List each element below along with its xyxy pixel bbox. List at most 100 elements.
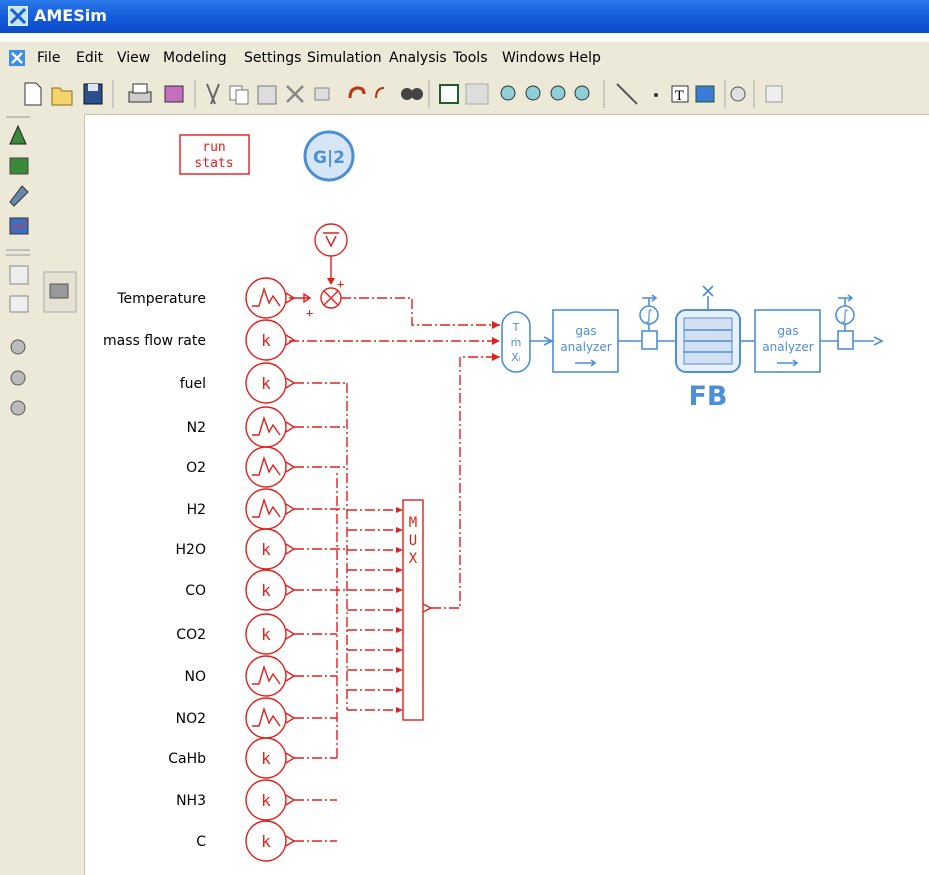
menu-analysis[interactable]: Analysis [389,50,447,66]
signal-source[interactable] [245,488,296,530]
sketch-canvas[interactable]: run stats G|2 + + k k k k k k k k Temperature ma… [85,115,929,875]
component-icon[interactable] [314,87,330,101]
zoom-out-icon[interactable] [525,85,541,101]
wave-icon[interactable] [465,83,489,105]
signal-source[interactable] [245,655,296,697]
constant-source[interactable]: k [245,362,296,404]
svg-text:U: U [409,533,417,549]
new-file-button[interactable] [24,82,42,106]
text-tool-icon[interactable]: T [671,85,689,104]
integrator-2[interactable]: ∫ [835,294,855,350]
signal-label: NO [185,669,207,685]
library-tab-icon[interactable] [43,271,77,313]
gear-run-icon[interactable] [10,370,26,386]
svg-text:analyzer: analyzer [560,340,611,354]
delete-icon[interactable] [286,85,304,103]
constant-source[interactable]: k [245,737,296,779]
constant-source[interactable]: k [245,319,296,361]
menu-modeling[interactable]: Modeling [163,50,227,66]
svg-text:+: + [337,277,344,291]
svg-text:X: X [409,551,418,567]
menu-simulation[interactable]: Simulation [307,50,382,66]
signal-source[interactable] [245,406,296,448]
copy-icon[interactable] [229,85,249,105]
zoom-fit-icon[interactable] [550,85,566,101]
gas-analyzer-1[interactable]: gas analyzer [552,309,619,373]
sketch-window-icon[interactable] [9,265,29,285]
run-stats-block[interactable]: run stats [179,134,250,175]
signal-label: NO2 [176,711,206,727]
svg-text:k: k [261,791,271,810]
sketch-mode-icon[interactable] [9,124,27,145]
signal-label: fuel [180,376,206,392]
signal-label: H2 [187,502,206,518]
menu-tools[interactable]: Tools [453,50,488,66]
gear-settings-icon[interactable] [10,339,26,355]
menu-file[interactable]: File [37,50,60,66]
signal-source[interactable] [245,697,296,739]
point-tool-icon[interactable] [654,93,658,97]
gas-properties-badge[interactable]: G|2 [303,130,355,182]
menu-help[interactable]: Help [569,50,601,66]
line-tool-icon[interactable] [616,83,638,105]
undo-icon[interactable] [348,86,366,99]
signal-label: C [196,834,206,850]
signal-label: O2 [186,460,206,476]
save-button[interactable] [83,83,103,105]
fb-catalyst-component[interactable]: FB [675,285,741,412]
gas-analyzer-2[interactable]: gas analyzer [754,309,821,373]
document-icon[interactable] [8,49,26,67]
parameter-mode-icon[interactable] [9,185,29,207]
constant-source[interactable]: k [245,779,296,821]
svg-text:k: k [261,749,271,768]
menu-edit[interactable]: Edit [76,50,103,66]
constant-source[interactable]: k [245,528,296,570]
title-bar: AMESim [0,0,929,33]
summing-junction[interactable]: + + [306,277,344,320]
svg-text:M: M [409,515,417,531]
simulation-mode-icon[interactable] [9,217,29,235]
signal-label: NH3 [176,793,206,809]
signal-label: N2 [187,420,206,436]
integrator-1[interactable]: ∫ [639,294,659,350]
print-button[interactable] [128,83,152,103]
svg-text:run: run [202,140,225,155]
gear-tools-icon[interactable] [10,400,26,416]
window-icon[interactable] [765,85,783,103]
svg-text:FB: FB [688,381,727,412]
magnifier-icon[interactable] [730,86,746,102]
signal-source[interactable] [245,446,296,488]
paste-icon[interactable] [257,85,277,105]
svg-text:G|2: G|2 [313,148,345,168]
menu-view[interactable]: View [117,50,150,66]
pi-constant-source[interactable] [314,223,348,285]
signal-label: CaHb [168,751,206,767]
menu-windows[interactable]: Windows [502,50,565,66]
svg-text:gas: gas [777,324,798,338]
signal-label: mass flow rate [103,333,206,349]
cut-icon[interactable] [206,83,220,105]
open-folder-button[interactable] [51,87,73,106]
signal-label: CO [185,583,206,599]
signal-source[interactable] [245,277,296,319]
image-tool-icon[interactable] [695,85,715,103]
gas-state-sensor-block[interactable]: T ṁ Xᵢ [501,311,554,373]
constant-source[interactable]: k [245,569,296,611]
signal-label: Temperature [116,291,206,307]
svg-text:k: k [261,540,271,559]
parameters-icon[interactable] [439,84,459,104]
zoom-in-icon[interactable] [500,85,516,101]
find-icon[interactable] [401,88,423,100]
constant-source[interactable]: k [245,820,296,862]
constant-source[interactable]: k [245,613,296,655]
redo-icon[interactable] [375,87,385,99]
svg-text:Xᵢ: Xᵢ [511,351,521,364]
menu-settings[interactable]: Settings [244,50,301,66]
table-window-icon[interactable] [9,295,29,313]
menu-bar: File Edit View Modeling Settings Simulat… [0,42,929,75]
svg-text:k: k [261,832,271,851]
book-icon[interactable] [164,85,184,103]
submodel-mode-icon[interactable] [9,157,29,175]
zoom-window-icon[interactable] [574,85,590,101]
mux-block[interactable]: M U X [402,499,433,721]
